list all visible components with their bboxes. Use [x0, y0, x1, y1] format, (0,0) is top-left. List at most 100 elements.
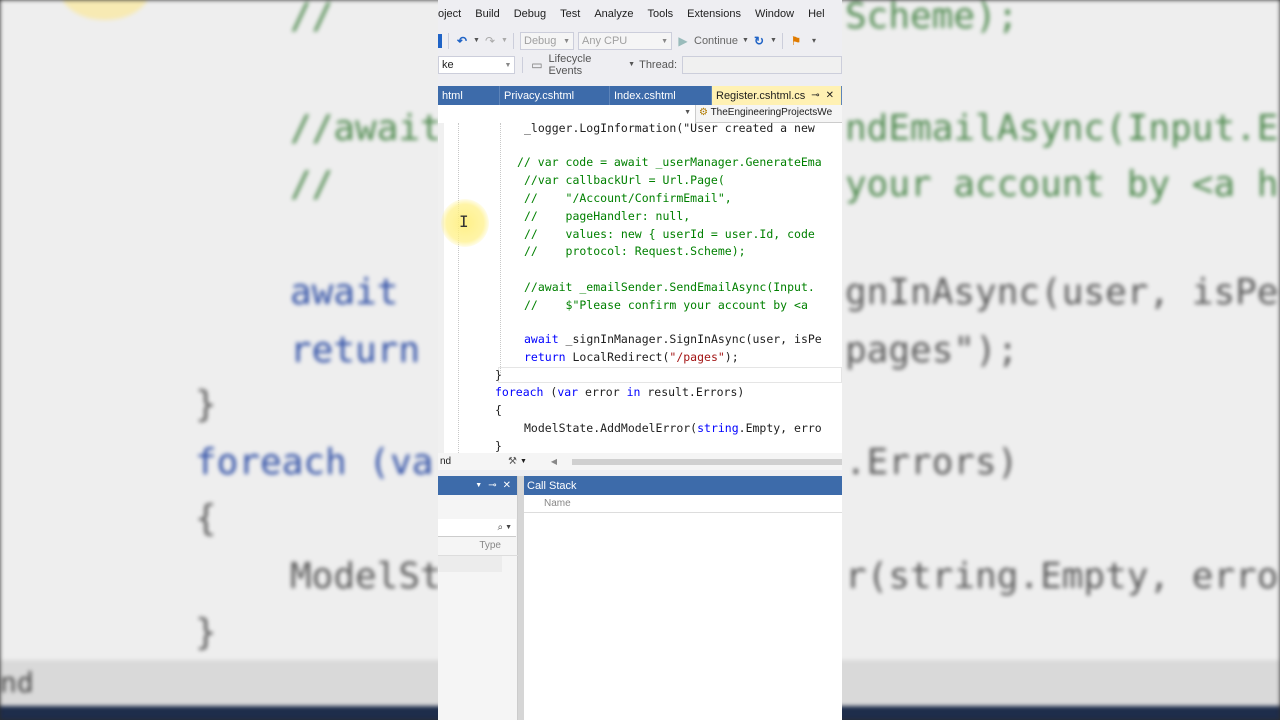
lifecycle-events-icon: ▭ [531, 58, 543, 72]
code-token: var [557, 385, 579, 399]
locals-search-input[interactable]: ⌕ ▼ [438, 519, 516, 537]
standard-toolbar: ▌ ↶ ▼ ↷ ▼ Debug ▼ Any CPU ▼ ▶ Continue ▼… [438, 28, 842, 54]
search-icon: ⌕ [497, 522, 504, 533]
list-item[interactable] [438, 556, 502, 572]
code-line: // var code = await _userManager.Generat… [517, 155, 822, 169]
close-icon[interactable]: ✕ [503, 480, 511, 491]
menu-tools[interactable]: Tools [640, 8, 680, 20]
menu-debug[interactable]: Debug [507, 8, 553, 20]
menu-project[interactable]: oject [438, 8, 468, 20]
code-line: // protocol: Request.Scheme); [524, 244, 746, 258]
background-end-text: nd [0, 666, 34, 699]
document-tabs: html Privacy.cshtml Index.cshtml Registe… [438, 86, 842, 105]
code-token: } [495, 368, 502, 382]
lifecycle-dropdown-icon[interactable]: ▼ [628, 58, 635, 72]
code-line: await _signInManager.SignInAsync(user, i… [524, 332, 822, 346]
code-token: //await _emailSender.SendEmailAsync(Inpu… [524, 280, 815, 294]
continue-dropdown-icon[interactable]: ▼ [742, 34, 749, 48]
code-token: .Empty, erro [738, 421, 822, 435]
background-code-line: foreach (va [195, 442, 434, 483]
locals-panel-header: ▼ ⊸ ✕ [438, 476, 517, 495]
save-icon[interactable]: ▌ [438, 34, 442, 48]
type-dropdown[interactable]: ⚙ TheEngineeringProjectsWe [696, 105, 842, 122]
background-code-line: return [290, 330, 421, 371]
name-column-header[interactable]: Name [524, 495, 842, 513]
undo-dropdown-icon[interactable]: ▼ [473, 34, 480, 48]
restart-dropdown-icon[interactable]: ▼ [770, 34, 777, 48]
code-token: ( [543, 385, 558, 399]
indent-guide [458, 123, 459, 453]
code-token: // var code = await _userManager.Generat… [517, 155, 822, 169]
tab-privacy-cshtml[interactable]: Privacy.cshtml [500, 86, 610, 105]
close-icon[interactable]: ✕ [826, 90, 834, 101]
code-token: // protocol: Request.Scheme); [524, 244, 746, 258]
solution-platform-combo[interactable]: Any CPU ▼ [578, 32, 672, 50]
code-line: //await _emailSender.SendEmailAsync(Inpu… [524, 280, 815, 294]
background-code-line: await [290, 272, 399, 313]
menu-build[interactable]: Build [468, 8, 506, 20]
call-stack-panel: Call Stack Name [524, 476, 842, 720]
background-code-line: ModelSt [290, 556, 442, 597]
code-cleanup-icon[interactable]: ⚒ [508, 456, 517, 467]
code-line: return LocalRedirect("/pages"); [524, 350, 739, 364]
type-column-header[interactable]: Type [438, 540, 518, 556]
editor-status-bar: nd ⚒ ▼ ◀ [438, 453, 842, 470]
tab-index-cshtml[interactable]: Index.cshtml [610, 86, 712, 105]
tab-html[interactable]: html [438, 86, 500, 105]
code-token: } [495, 439, 502, 453]
project-dropdown[interactable]: ▼ [438, 105, 696, 123]
solution-platform-value: Any CPU [582, 35, 628, 47]
toolbar-separator [782, 33, 784, 49]
background-code-line: } [195, 612, 217, 653]
code-editor[interactable]: _logger.LogInformation("User created a n… [438, 123, 842, 453]
chevron-down-icon[interactable]: ▼ [475, 482, 482, 489]
process-combo[interactable]: ke ▼ [438, 56, 516, 74]
thread-label: Thread: [639, 59, 678, 71]
tab-label: Privacy.cshtml [504, 89, 575, 102]
menu-analyze[interactable]: Analyze [587, 8, 640, 20]
pin-icon[interactable]: ⊸ [488, 480, 496, 491]
redo-icon[interactable]: ↷ [483, 34, 497, 48]
background-code-line: .Errors) [845, 442, 1019, 483]
continue-play-icon[interactable]: ▶ [676, 34, 690, 48]
menu-help[interactable]: Hel [801, 8, 832, 20]
restart-icon[interactable]: ↻ [752, 34, 766, 48]
horizontal-scrollbar[interactable] [572, 459, 842, 465]
undo-icon[interactable]: ↶ [455, 34, 469, 48]
background-code-line: Scheme); [845, 0, 1019, 37]
continue-button[interactable]: Continue [694, 35, 738, 47]
code-token: await [524, 332, 559, 346]
code-token: { [495, 403, 502, 417]
current-line-highlight [498, 367, 842, 383]
toolbar-separator [513, 33, 514, 49]
chevron-down-icon[interactable]: ▼ [520, 458, 527, 465]
toolbar-separator [448, 33, 449, 49]
call-stack-title[interactable]: Call Stack [524, 476, 842, 495]
scroll-left-icon[interactable]: ◀ [551, 457, 557, 466]
background-code-line: //await [290, 108, 442, 149]
menu-test[interactable]: Test [553, 8, 587, 20]
menu-window[interactable]: Window [748, 8, 801, 20]
tab-register-cshtml-cs[interactable]: Register.cshtml.cs ⊸ ✕ [712, 86, 842, 105]
code-line: ModelState.AddModelError(string.Empty, e… [524, 421, 822, 435]
hot-reload-icon[interactable]: ⚑ [789, 34, 803, 48]
lifecycle-events-button[interactable]: Lifecycle Events [549, 53, 624, 77]
code-token: // $"Please confirm your account by <a [524, 298, 808, 312]
name-column-label: Name [544, 498, 571, 509]
solution-configuration-combo[interactable]: Debug ▼ [520, 32, 574, 50]
code-token: return [524, 350, 566, 364]
chevron-down-icon: ▼ [563, 37, 570, 45]
thread-combo[interactable] [682, 56, 842, 74]
chevron-down-icon: ▼ [504, 61, 512, 69]
redo-dropdown-icon[interactable]: ▼ [501, 34, 508, 48]
code-token: // "/Account/ConfirmEmail", [524, 191, 732, 205]
toolbar-overflow-icon[interactable]: ▾ [807, 34, 821, 48]
code-token: "/pages" [669, 350, 725, 364]
tab-label: Index.cshtml [614, 89, 676, 102]
pin-icon[interactable]: ⊸ [811, 90, 819, 101]
zoom-level[interactable]: nd [438, 456, 508, 467]
tab-label: Register.cshtml.cs [716, 89, 806, 102]
menu-extensions[interactable]: Extensions [680, 8, 748, 20]
background-code-line: // [290, 0, 334, 37]
class-icon: ⚙ [699, 107, 708, 118]
